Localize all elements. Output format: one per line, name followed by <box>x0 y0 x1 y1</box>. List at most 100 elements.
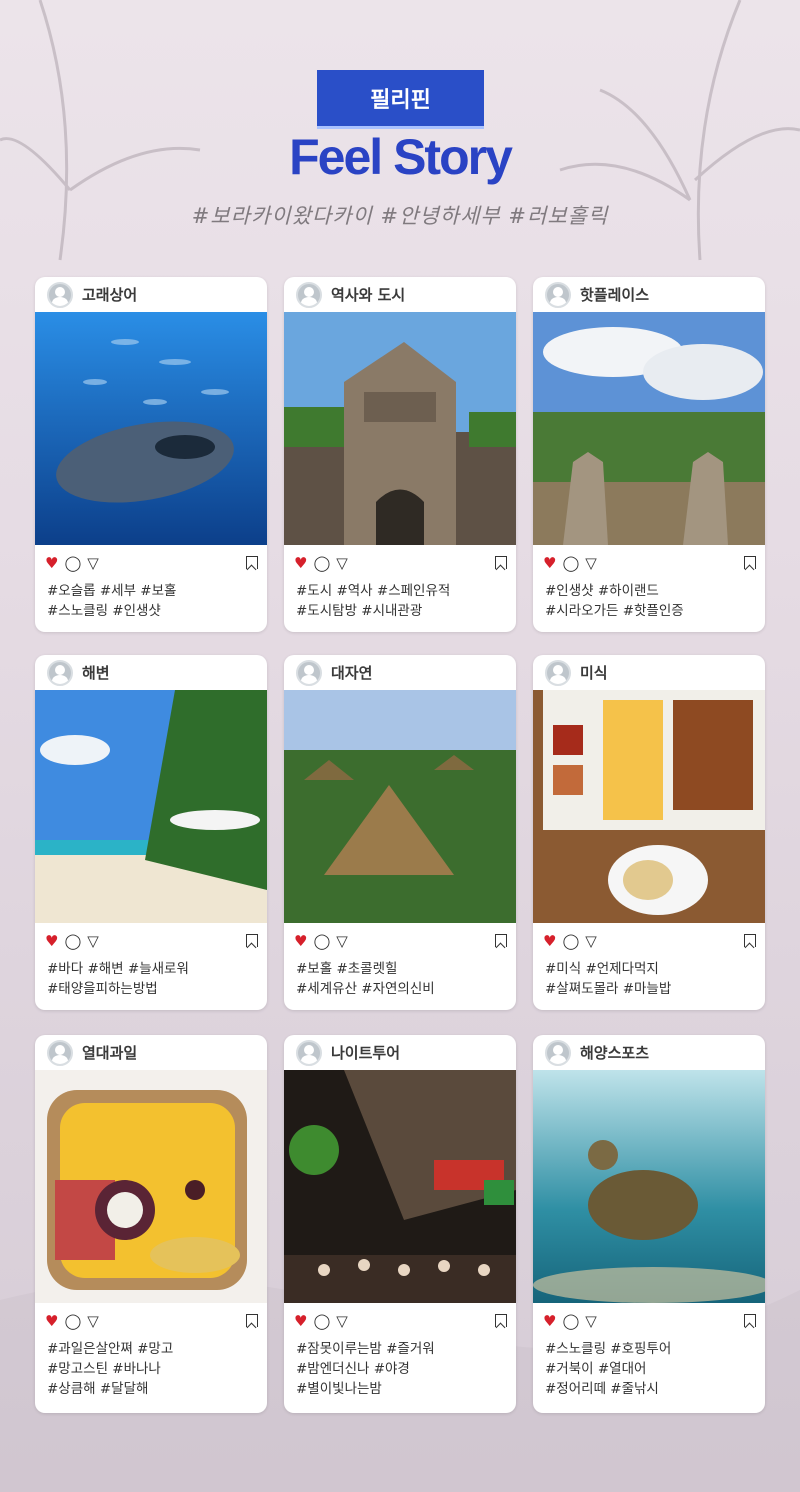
card-photo[interactable] <box>533 1070 765 1303</box>
tag-line: #상큼해 #달달해 <box>47 1381 149 1397</box>
card-title: 미식 <box>580 664 608 682</box>
tag-line: #인생샷 #하이랜드 <box>545 583 659 599</box>
card-title: 나이트투어 <box>331 1044 401 1062</box>
comment-icon[interactable]: ◯ <box>64 555 81 571</box>
bookmark-icon[interactable] <box>744 1314 756 1327</box>
heart-icon[interactable]: ♥ <box>543 1313 556 1329</box>
card-photo[interactable] <box>35 312 267 545</box>
avatar <box>545 1039 571 1066</box>
send-icon[interactable]: ▽ <box>87 933 99 949</box>
card-header: 핫플레이스 <box>533 277 765 312</box>
card-title: 역사와 도시 <box>331 286 406 304</box>
comment-icon[interactable]: ◯ <box>64 933 81 949</box>
heart-icon[interactable]: ♥ <box>45 933 58 949</box>
card-photo[interactable] <box>35 690 267 923</box>
tag-line: #망고스틴 #바나나 <box>47 1361 161 1377</box>
tag-line: #스노클링 #호핑투어 <box>545 1341 672 1357</box>
avatar <box>47 1039 73 1066</box>
send-icon[interactable]: ▽ <box>87 1313 99 1329</box>
bookmark-icon[interactable] <box>495 934 507 947</box>
card-tags: #도시 #역사 #스페인유적 #도시탐방 #시내관광 <box>284 581 516 629</box>
heart-icon[interactable]: ♥ <box>543 933 556 949</box>
heart-icon[interactable]: ♥ <box>294 1313 307 1329</box>
card-photo[interactable] <box>284 1070 516 1303</box>
story-card[interactable]: 해양스포츠 ♥ ◯ ▽ #스노클링 #호핑투어 #거북이 #열대어 #정어리떼 … <box>533 1035 765 1413</box>
comment-icon[interactable]: ◯ <box>64 1313 81 1329</box>
comment-icon[interactable]: ◯ <box>562 933 579 949</box>
card-actions: ♥ ◯ ▽ <box>533 545 765 581</box>
card-actions: ♥ ◯ ▽ <box>35 923 267 959</box>
card-photo[interactable] <box>533 690 765 923</box>
card-photo[interactable] <box>533 312 765 545</box>
comment-icon[interactable]: ◯ <box>313 1313 330 1329</box>
card-title: 고래상어 <box>82 286 138 304</box>
avatar <box>47 281 73 308</box>
header-hashtags: #보라카이왔다카이 #안녕하세부 #러보홀릭 <box>191 204 609 228</box>
card-photo[interactable] <box>35 1070 267 1303</box>
card-actions: ♥ ◯ ▽ <box>533 1303 765 1339</box>
card-photo[interactable] <box>284 690 516 923</box>
card-header: 미식 <box>533 655 765 690</box>
card-title: 대자연 <box>331 664 373 682</box>
tag-line: #밤엔더신나 #야경 <box>296 1361 410 1377</box>
card-header: 고래상어 <box>35 277 267 312</box>
story-card[interactable]: 대자연 ♥ ◯ ▽ #보홀 #초콜렛힐 #세계유산 #자연의신비 <box>284 655 516 1010</box>
send-icon[interactable]: ▽ <box>585 1313 597 1329</box>
send-icon[interactable]: ▽ <box>336 1313 348 1329</box>
send-icon[interactable]: ▽ <box>336 555 348 571</box>
bookmark-icon[interactable] <box>744 556 756 569</box>
comment-icon[interactable]: ◯ <box>313 555 330 571</box>
tag-line: #거북이 #열대어 <box>545 1361 647 1377</box>
tag-line: #오슬롭 #세부 #보홀 <box>47 583 177 599</box>
card-actions: ♥ ◯ ▽ <box>35 545 267 581</box>
card-header: 나이트투어 <box>284 1035 516 1070</box>
tag-line: #도시 #역사 #스페인유적 <box>296 583 451 599</box>
card-header: 대자연 <box>284 655 516 690</box>
tag-line: #스노클링 #인생샷 <box>47 603 161 619</box>
card-photo[interactable] <box>284 312 516 545</box>
bookmark-icon[interactable] <box>246 934 258 947</box>
card-title: 열대과일 <box>82 1044 138 1062</box>
tag-line: #미식 #언제다먹지 <box>545 961 659 977</box>
heart-icon[interactable]: ♥ <box>294 933 307 949</box>
story-card[interactable]: 나이트투어 ♥ ◯ ▽ #잠못이루는밤 #즐거워 #밤엔더신나 #야경 #별이빛… <box>284 1035 516 1413</box>
bookmark-icon[interactable] <box>246 556 258 569</box>
bookmark-icon[interactable] <box>495 556 507 569</box>
tag-line: #잠못이루는밤 #즐거워 <box>296 1341 435 1357</box>
comment-icon[interactable]: ◯ <box>562 555 579 571</box>
comment-icon[interactable]: ◯ <box>313 933 330 949</box>
send-icon[interactable]: ▽ <box>336 933 348 949</box>
card-tags: #과일은살안쪄 #망고 #망고스틴 #바나나 #상큼해 #달달해 <box>35 1339 267 1407</box>
card-title: 해양스포츠 <box>580 1044 650 1062</box>
card-header: 해양스포츠 <box>533 1035 765 1070</box>
comment-icon[interactable]: ◯ <box>562 1313 579 1329</box>
send-icon[interactable]: ▽ <box>585 933 597 949</box>
card-tags: #오슬롭 #세부 #보홀 #스노클링 #인생샷 <box>35 581 267 629</box>
send-icon[interactable]: ▽ <box>585 555 597 571</box>
card-tags: #인생샷 #하이랜드 #시라오가든 #핫플인증 <box>533 581 765 629</box>
bookmark-icon[interactable] <box>495 1314 507 1327</box>
card-tags: #잠못이루는밤 #즐거워 #밤엔더신나 #야경 #별이빛나는밤 <box>284 1339 516 1407</box>
heart-icon[interactable]: ♥ <box>45 555 58 571</box>
header: 필리핀 Feel Story #보라카이왔다카이 #안녕하세부 #러보홀릭 <box>0 0 800 260</box>
story-card[interactable]: 역사와 도시 ♥ ◯ ▽ #도시 #역사 #스페인유적 #도시탐방 #시내관광 <box>284 277 516 632</box>
tag-line: #보홀 #초콜렛힐 <box>296 961 398 977</box>
story-card[interactable]: 미식 ♥ ◯ ▽ #미식 #언제다먹지 #살쪄도몰라 #마늘밥 <box>533 655 765 1010</box>
story-card[interactable]: 핫플레이스 ♥ ◯ ▽ #인생샷 #하이랜드 #시라오가든 #핫플인증 <box>533 277 765 632</box>
bookmark-icon[interactable] <box>744 934 756 947</box>
card-tags: #바다 #해변 #늘새로워 #태양을피하는방법 <box>35 959 267 1007</box>
send-icon[interactable]: ▽ <box>87 555 99 571</box>
card-tags: #미식 #언제다먹지 #살쪄도몰라 #마늘밥 <box>533 959 765 1007</box>
tag-line: #별이빛나는밤 <box>296 1381 382 1397</box>
avatar <box>296 659 322 686</box>
card-header: 역사와 도시 <box>284 277 516 312</box>
story-card[interactable]: 열대과일 ♥ ◯ ▽ #과일은살안쪄 #망고 #망고스틴 #바나나 #상큼해 #… <box>35 1035 267 1413</box>
story-card[interactable]: 고래상어 ♥ ◯ ▽ #오슬롭 #세부 #보홀 #스노클링 #인생샷 <box>35 277 267 632</box>
card-actions: ♥ ◯ ▽ <box>533 923 765 959</box>
heart-icon[interactable]: ♥ <box>543 555 556 571</box>
heart-icon[interactable]: ♥ <box>45 1313 58 1329</box>
card-title: 핫플레이스 <box>580 286 650 304</box>
heart-icon[interactable]: ♥ <box>294 555 307 571</box>
story-card[interactable]: 해변 ♥ ◯ ▽ #바다 #해변 #늘새로워 #태양을피하는방법 <box>35 655 267 1010</box>
bookmark-icon[interactable] <box>246 1314 258 1327</box>
